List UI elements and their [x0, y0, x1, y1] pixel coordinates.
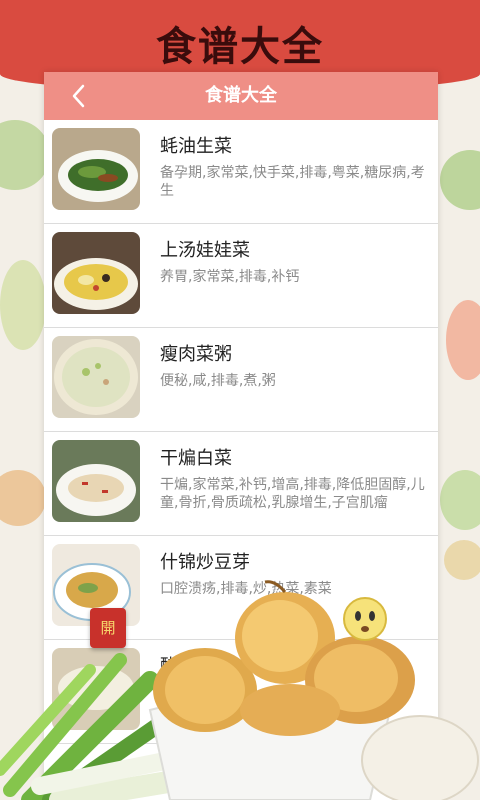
smiley-emoji-icon [343, 597, 387, 641]
veggie-decoration [440, 150, 480, 210]
veggie-decoration [440, 470, 480, 530]
recipe-thumbnail [52, 128, 140, 210]
recipe-thumbnail [52, 232, 140, 314]
recipe-item-pork-porridge[interactable]: 瘦肉菜粥 便秘,咸,排毒,煮,粥 [44, 328, 438, 432]
recipe-thumbnail [52, 440, 140, 522]
recipe-item-oyster-lettuce[interactable]: 蚝油生菜 备孕期,家常菜,快手菜,排毒,粤菜,糖尿病,考生 [44, 120, 438, 224]
recipe-item-baby-cabbage-soup[interactable]: 上汤娃娃菜 养胃,家常菜,排毒,补钙 [44, 224, 438, 328]
recipe-tags: 干煸,家常菜,补钙,增高,排毒,降低胆固醇,儿童,骨折,骨质疏松,乳腺增生,子宫… [160, 477, 425, 511]
veggie-decoration [0, 120, 50, 190]
banner-title: 食谱大全 [156, 23, 324, 70]
veggie-decoration [0, 260, 46, 350]
recipe-item-dry-fried-cabbage[interactable]: 干煸白菜 干煸,家常菜,补钙,增高,排毒,降低胆固醇,儿童,骨折,骨质疏松,乳腺… [44, 432, 438, 536]
open-badge[interactable]: 開 [90, 608, 126, 648]
app-header: 食谱大全 [44, 72, 438, 120]
recipe-thumbnail [52, 336, 140, 418]
recipe-tags: 便秘,咸,排毒,煮,粥 [160, 373, 276, 389]
recipe-title: 蚝油生菜 [160, 136, 232, 157]
page-title: 食谱大全 [205, 85, 277, 106]
vegetable-illustration [0, 580, 479, 800]
recipe-tags: 养胃,家常菜,排毒,补钙 [160, 269, 300, 285]
recipe-title: 干煸白菜 [160, 448, 232, 469]
recipe-title: 上汤娃娃菜 [160, 240, 250, 261]
veggie-decoration [446, 300, 480, 380]
recipe-tags: 备孕期,家常菜,快手菜,排毒,粤菜,糖尿病,考生 [160, 165, 425, 199]
recipe-title: 瘦肉菜粥 [160, 344, 232, 365]
veggie-decoration [0, 470, 46, 526]
